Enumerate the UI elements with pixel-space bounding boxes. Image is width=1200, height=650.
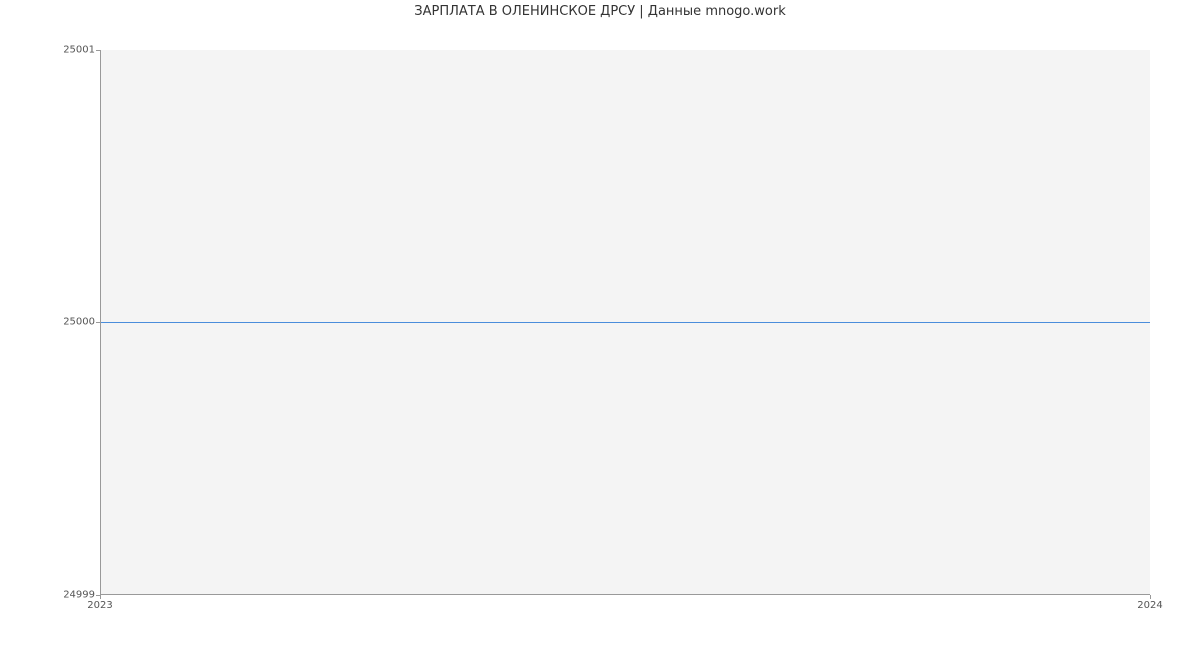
- x-tick-mark: [1150, 595, 1151, 599]
- x-tick-mark: [100, 595, 101, 599]
- x-tick-label: 2023: [87, 600, 112, 611]
- salary-chart: ЗАРПЛАТА В ОЛЕНИНСКОЕ ДРСУ | Данные mnog…: [0, 0, 1200, 650]
- chart-title: ЗАРПЛАТА В ОЛЕНИНСКОЕ ДРСУ | Данные mnog…: [0, 4, 1200, 19]
- data-line: [101, 322, 1150, 323]
- y-tick-label: 25001: [45, 45, 95, 56]
- plot-area: [100, 50, 1150, 595]
- y-tick-label: 25000: [45, 317, 95, 328]
- y-tick-label: 24999: [45, 590, 95, 601]
- x-tick-label: 2024: [1137, 600, 1162, 611]
